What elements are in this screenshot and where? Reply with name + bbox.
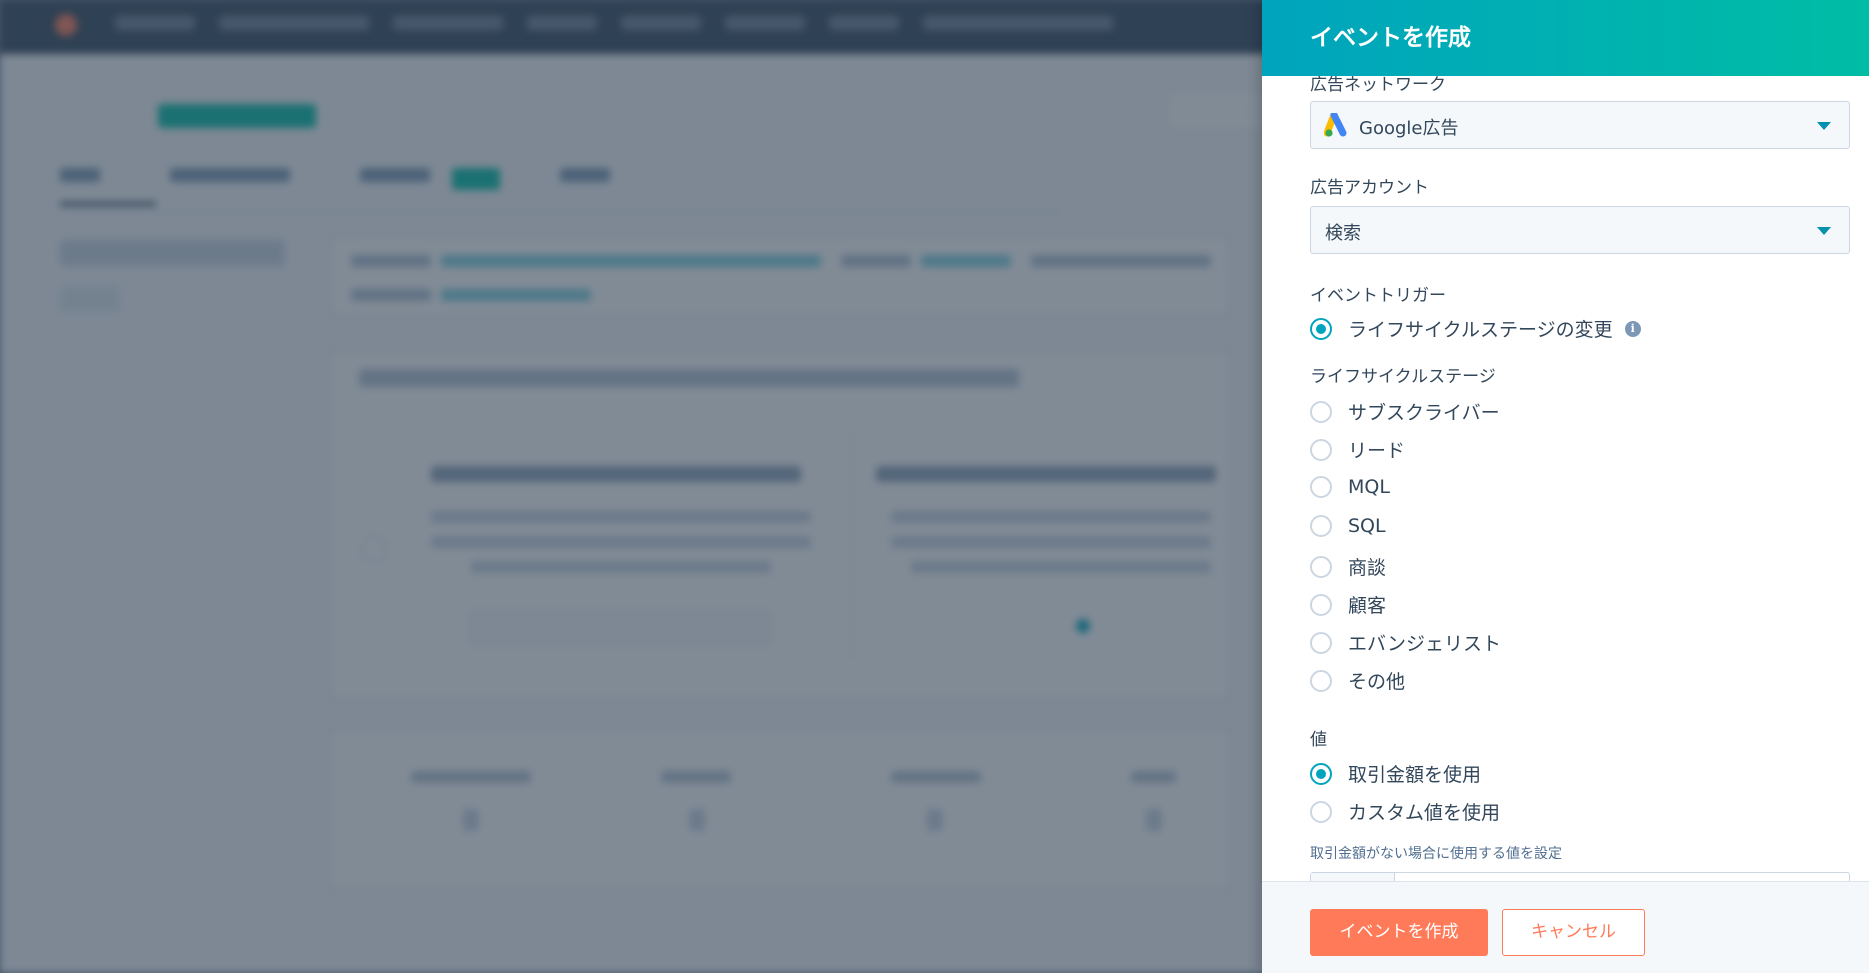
value-help-text: 取引金額がない場合に使用する値を設定 (1310, 846, 1562, 862)
create-event-button[interactable]: イベントを作成 (1310, 909, 1488, 956)
currency-prefix (1311, 873, 1395, 881)
lifecycle-stage-label: ライフサイクルステージ (1310, 367, 1496, 387)
chevron-down-icon (1817, 122, 1831, 130)
panel-body[interactable]: 広告ネットワーク Google広告 広告アカウント 検索 イベントトリガー ライ… (1262, 76, 1869, 881)
ad-account-label: 広告アカウント (1310, 178, 1429, 198)
cancel-button[interactable]: キャンセル (1502, 909, 1645, 956)
panel-header: イベントを作成 (1262, 0, 1869, 76)
lifecycle-option[interactable]: SQL (1310, 515, 1386, 537)
value-option[interactable]: カスタム値を使用 (1310, 798, 1500, 825)
radio-checked-icon[interactable] (1310, 317, 1332, 340)
radio-unchecked-icon[interactable] (1310, 593, 1332, 616)
value-option[interactable]: 取引金額を使用 (1310, 760, 1481, 787)
lifecycle-option-label: SQL (1348, 515, 1386, 537)
radio-unchecked-icon[interactable] (1310, 400, 1332, 423)
lifecycle-option-label: エバンジェリスト (1348, 633, 1501, 655)
lifecycle-option-label: その他 (1348, 671, 1406, 693)
lifecycle-option[interactable]: 商談 (1310, 553, 1386, 580)
google-ads-icon (1324, 113, 1347, 137)
radio-unchecked-icon[interactable] (1310, 555, 1332, 578)
info-icon[interactable]: i (1624, 320, 1641, 337)
lifecycle-option[interactable]: 顧客 (1310, 591, 1386, 618)
lifecycle-option-label: 顧客 (1348, 595, 1387, 617)
event-trigger-option-label: ライフサイクルステージの変更 (1348, 319, 1613, 341)
event-trigger-label: イベントトリガー (1310, 286, 1446, 306)
lifecycle-option-label: 商談 (1348, 557, 1387, 579)
radio-unchecked-icon[interactable] (1310, 631, 1332, 654)
value-label: 値 (1310, 730, 1327, 750)
lifecycle-option-label: サブスクライバー (1348, 402, 1500, 424)
lifecycle-option[interactable]: エバンジェリスト (1310, 629, 1501, 656)
ad-network-label: 広告ネットワーク (1310, 76, 1446, 95)
panel-footer: イベントを作成 キャンセル (1262, 881, 1869, 973)
create-event-panel: イベントを作成 広告ネットワーク Google広告 広告アカウント 検索 イベン… (1262, 0, 1869, 973)
value-option-label: カスタム値を使用 (1348, 802, 1501, 824)
radio-unchecked-icon[interactable] (1310, 438, 1332, 461)
lifecycle-option-label: MQL (1348, 476, 1390, 498)
chevron-down-icon (1817, 227, 1831, 235)
default-value-input[interactable] (1310, 872, 1850, 881)
value-option-label: 取引金額を使用 (1348, 764, 1482, 786)
lifecycle-option[interactable]: その他 (1310, 667, 1405, 694)
radio-checked-icon[interactable] (1310, 762, 1332, 785)
radio-unchecked-icon[interactable] (1310, 669, 1332, 692)
panel-title: イベントを作成 (1310, 25, 1471, 51)
event-trigger-option[interactable]: ライフサイクルステージの変更 i (1310, 315, 1641, 342)
lifecycle-option[interactable]: リード (1310, 436, 1405, 463)
radio-unchecked-icon[interactable] (1310, 476, 1332, 498)
ad-account-select[interactable]: 検索 (1310, 206, 1850, 254)
lifecycle-option[interactable]: MQL (1310, 476, 1390, 498)
lifecycle-option-label: リード (1348, 440, 1406, 462)
radio-unchecked-icon[interactable] (1310, 515, 1332, 537)
ad-account-value: 検索 (1325, 223, 1361, 244)
ad-network-value: Google広告 (1359, 118, 1459, 139)
radio-unchecked-icon[interactable] (1310, 800, 1332, 823)
lifecycle-option[interactable]: サブスクライバー (1310, 398, 1500, 425)
ad-network-select[interactable]: Google広告 (1310, 101, 1850, 149)
